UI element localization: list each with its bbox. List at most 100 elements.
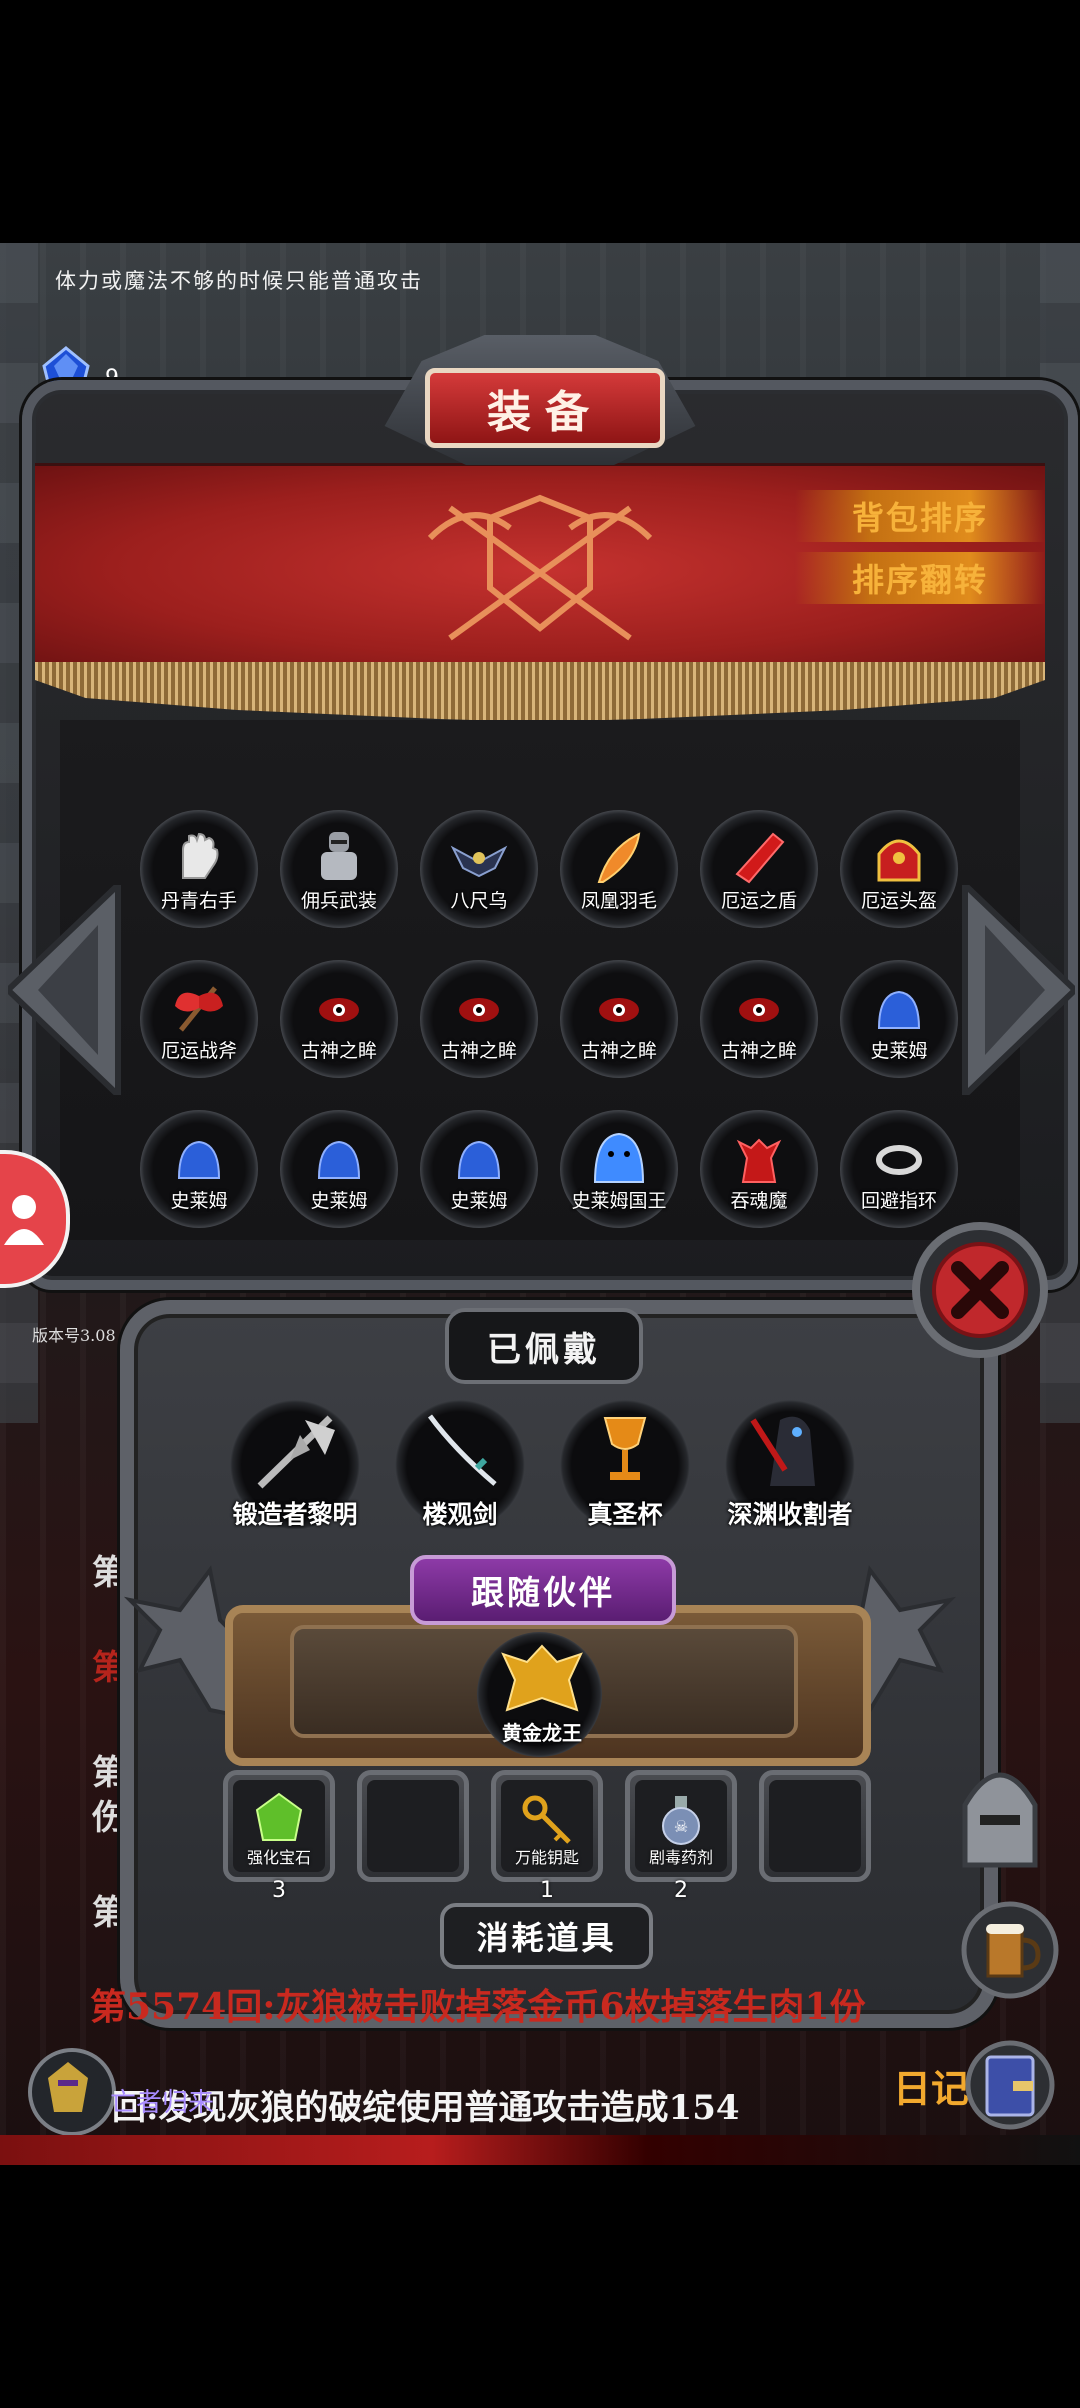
flip-sort-button[interactable]: 排序翻转 xyxy=(795,552,1045,604)
inventory-slot[interactable]: 厄运头盔 xyxy=(840,810,958,928)
white-glove-icon xyxy=(182,832,219,879)
item-label: 黄金龙王 xyxy=(502,1721,582,1745)
item-label: 厄运头盔 xyxy=(860,890,937,912)
item-label: 回避指环 xyxy=(860,1190,937,1212)
slime-king-icon xyxy=(593,1132,645,1183)
item-label: 深渊收割者 xyxy=(727,1500,853,1529)
inventory-slot[interactable]: 回避指环 xyxy=(840,1110,958,1228)
item-label: 吞魂魔 xyxy=(730,1190,788,1212)
partner-slot[interactable]: 黄金龙王 xyxy=(477,1632,602,1757)
crow-icon xyxy=(450,845,508,878)
warrior-portrait-icon xyxy=(48,2062,88,2112)
panel-title: 装备 xyxy=(425,368,665,448)
grail-icon xyxy=(603,1417,647,1480)
red-helmet-icon xyxy=(877,839,921,882)
close-icon[interactable] xyxy=(910,1220,1050,1360)
diary-book-icon[interactable] xyxy=(965,2035,1055,2135)
item-label: 史莱姆 xyxy=(870,1040,928,1062)
consumable-slot[interactable]: 万能钥匙 1 xyxy=(491,1770,603,1903)
inventory-slot[interactable]: 凤凰羽毛 xyxy=(560,810,678,928)
inventory-slot[interactable]: 佣兵武装 xyxy=(280,810,398,928)
item-label: 丹青右手 xyxy=(160,890,237,912)
red-shield-icon xyxy=(735,832,785,884)
beer-mug-icon[interactable] xyxy=(960,1900,1060,2000)
inventory-slot[interactable]: 古神之眸 xyxy=(700,960,818,1078)
blue-slime-icon xyxy=(877,990,921,1029)
red-eye-icon xyxy=(739,998,779,1022)
item-label: 史莱姆 xyxy=(450,1190,508,1212)
inventory-slot[interactable]: 史莱姆 xyxy=(840,960,958,1078)
crossed-swords-emblem-icon xyxy=(427,494,653,641)
item-label: 凤凰羽毛 xyxy=(580,890,657,912)
svg-text:☠: ☠ xyxy=(674,1817,688,1836)
red-axe-icon xyxy=(175,986,223,1032)
inventory-slot[interactable]: 厄运战斧 xyxy=(140,960,258,1078)
katana-icon xyxy=(427,1414,497,1486)
user-icon xyxy=(4,1195,44,1245)
blue-slime-icon xyxy=(317,1140,361,1179)
item-quantity: 2 xyxy=(674,1878,688,1903)
knight-armor-icon xyxy=(321,832,357,880)
red-eye-icon xyxy=(599,998,639,1022)
consumable-slot[interactable]: 强化宝石 3 xyxy=(223,1770,335,1903)
inventory-slot[interactable]: 史莱姆 xyxy=(140,1110,258,1228)
battle-log-line: 第5574回:灰狼被击败掉落金币6枚掉落生肉1份 xyxy=(90,1986,866,2028)
item-label: 锻造者黎明 xyxy=(232,1500,358,1529)
item-quantity: 3 xyxy=(272,1878,286,1903)
item-label: 史莱姆 xyxy=(170,1190,228,1212)
chat-player-name[interactable]: 亡者归来 xyxy=(110,2082,214,2119)
golden-key-icon xyxy=(522,1795,571,1844)
poison-potion-icon: ☠ xyxy=(662,1796,700,1845)
diary-label[interactable]: 日记 xyxy=(893,2058,969,2113)
consumable-slot[interactable] xyxy=(759,1770,871,1882)
item-label: 厄运之盾 xyxy=(720,890,797,912)
item-label: 古神之眸 xyxy=(580,1040,657,1062)
inventory-slot[interactable]: 八尺乌 xyxy=(420,810,538,928)
inventory-slot[interactable]: 史莱姆国王 xyxy=(560,1110,678,1228)
item-label: 古神之眸 xyxy=(720,1040,797,1062)
item-label: 真圣杯 xyxy=(587,1500,663,1529)
inventory-slot[interactable]: 古神之眸 xyxy=(420,960,538,1078)
item-label: 楼观剑 xyxy=(422,1500,498,1529)
next-page-arrow-icon[interactable] xyxy=(960,885,1075,1095)
worn-slot[interactable]: 锻造者黎明 xyxy=(230,1400,360,1530)
worn-slot[interactable]: 深渊收割者 xyxy=(725,1400,855,1530)
item-label: 古神之眸 xyxy=(300,1040,377,1062)
partner-title: 跟随伙伴 xyxy=(410,1555,676,1625)
helmet-icon[interactable] xyxy=(950,1745,1050,1875)
previous-page-arrow-icon[interactable] xyxy=(8,885,128,1095)
inventory-slot[interactable]: 古神之眸 xyxy=(280,960,398,1078)
inventory-slot[interactable]: 史莱姆 xyxy=(280,1110,398,1228)
bottom-status-bar xyxy=(0,2135,1080,2165)
item-label: 八尺乌 xyxy=(450,890,508,912)
red-demon-icon xyxy=(736,1138,782,1183)
inventory-slot[interactable]: 丹青右手 xyxy=(140,810,258,928)
chat-avatar[interactable] xyxy=(28,2048,116,2136)
item-quantity: 1 xyxy=(540,1878,554,1903)
inventory-slot[interactable]: 厄运之盾 xyxy=(700,810,818,928)
red-eye-icon xyxy=(459,998,499,1022)
item-label: 强化宝石 xyxy=(246,1848,311,1867)
silver-ring-icon xyxy=(876,1145,922,1175)
golden-dragon-icon xyxy=(501,1644,583,1712)
blue-slime-icon xyxy=(457,1140,501,1179)
consumable-slot[interactable] xyxy=(357,1770,469,1882)
worn-slot[interactable]: 真圣杯 xyxy=(560,1400,690,1530)
item-label: 史莱姆 xyxy=(310,1190,368,1212)
version-label: 版本号3.08 xyxy=(32,1326,116,1345)
worn-slot[interactable]: 楼观剑 xyxy=(395,1400,525,1530)
item-label: 佣兵武装 xyxy=(300,890,377,912)
inventory-slot[interactable]: 史莱姆 xyxy=(420,1110,538,1228)
inventory-slot[interactable]: 古神之眸 xyxy=(560,960,678,1078)
worn-title: 已佩戴 xyxy=(445,1308,643,1384)
inventory-slot[interactable]: 吞魂魔 xyxy=(700,1110,818,1228)
blue-slime-icon xyxy=(177,1140,221,1179)
sort-inventory-button[interactable]: 背包排序 xyxy=(795,490,1045,542)
item-label: 史莱姆国王 xyxy=(571,1190,667,1212)
reaper-icon xyxy=(750,1416,815,1486)
consumables-title: 消耗道具 xyxy=(440,1903,653,1969)
phoenix-feather-icon xyxy=(597,832,641,883)
consumable-slot[interactable]: ☠ 剧毒药剂 2 xyxy=(625,1770,737,1903)
red-eye-icon xyxy=(319,998,359,1022)
item-label: 古神之眸 xyxy=(440,1040,517,1062)
